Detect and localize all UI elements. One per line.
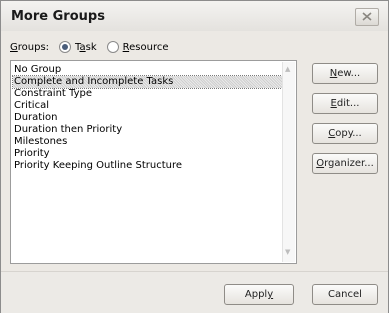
dialog-title: More Groups (11, 9, 105, 24)
groups-label: Groups: (10, 41, 50, 53)
list-item[interactable]: Duration then Priority (13, 124, 282, 136)
radio-task-indicator[interactable] (59, 41, 72, 53)
radio-resource-label: Resource (122, 41, 169, 53)
list-item[interactable]: Priority (13, 148, 282, 160)
radio-task-label: Task (75, 41, 97, 53)
list-item[interactable]: Duration (13, 112, 282, 124)
edit-button[interactable]: Edit... (312, 93, 378, 114)
radio-task[interactable]: Task (59, 41, 97, 53)
scroll-down-icon[interactable]: ▼ (285, 248, 290, 256)
list-item[interactable]: Constraint Type (13, 88, 282, 100)
list-scrollbar[interactable]: ▲ ▼ (282, 62, 295, 262)
scroll-up-icon[interactable]: ▲ (285, 65, 290, 73)
more-groups-dialog: More Groups Groups: Task Resource No Gro… (0, 0, 389, 313)
apply-button[interactable]: Apply (224, 284, 294, 305)
list-item[interactable]: Milestones (13, 136, 282, 148)
groups-radio-row: Groups: Task Resource (10, 39, 169, 55)
groups-list[interactable]: No Group Complete and Incomplete Tasks C… (10, 60, 297, 264)
close-button[interactable] (355, 8, 379, 26)
close-icon (362, 12, 372, 21)
new-button[interactable]: New... (312, 63, 378, 84)
list-item[interactable]: Priority Keeping Outline Structure (13, 160, 282, 172)
cancel-button[interactable]: Cancel (312, 284, 378, 305)
copy-button[interactable]: Copy... (312, 123, 378, 144)
list-item-selected[interactable]: Complete and Incomplete Tasks (12, 75, 283, 89)
title-bar: More Groups (1, 1, 388, 31)
radio-resource[interactable]: Resource (106, 41, 169, 53)
list-item[interactable]: Critical (13, 100, 282, 112)
organizer-button[interactable]: Organizer... (312, 153, 378, 174)
list-item[interactable]: No Group (13, 64, 282, 76)
radio-resource-indicator[interactable] (106, 41, 119, 53)
